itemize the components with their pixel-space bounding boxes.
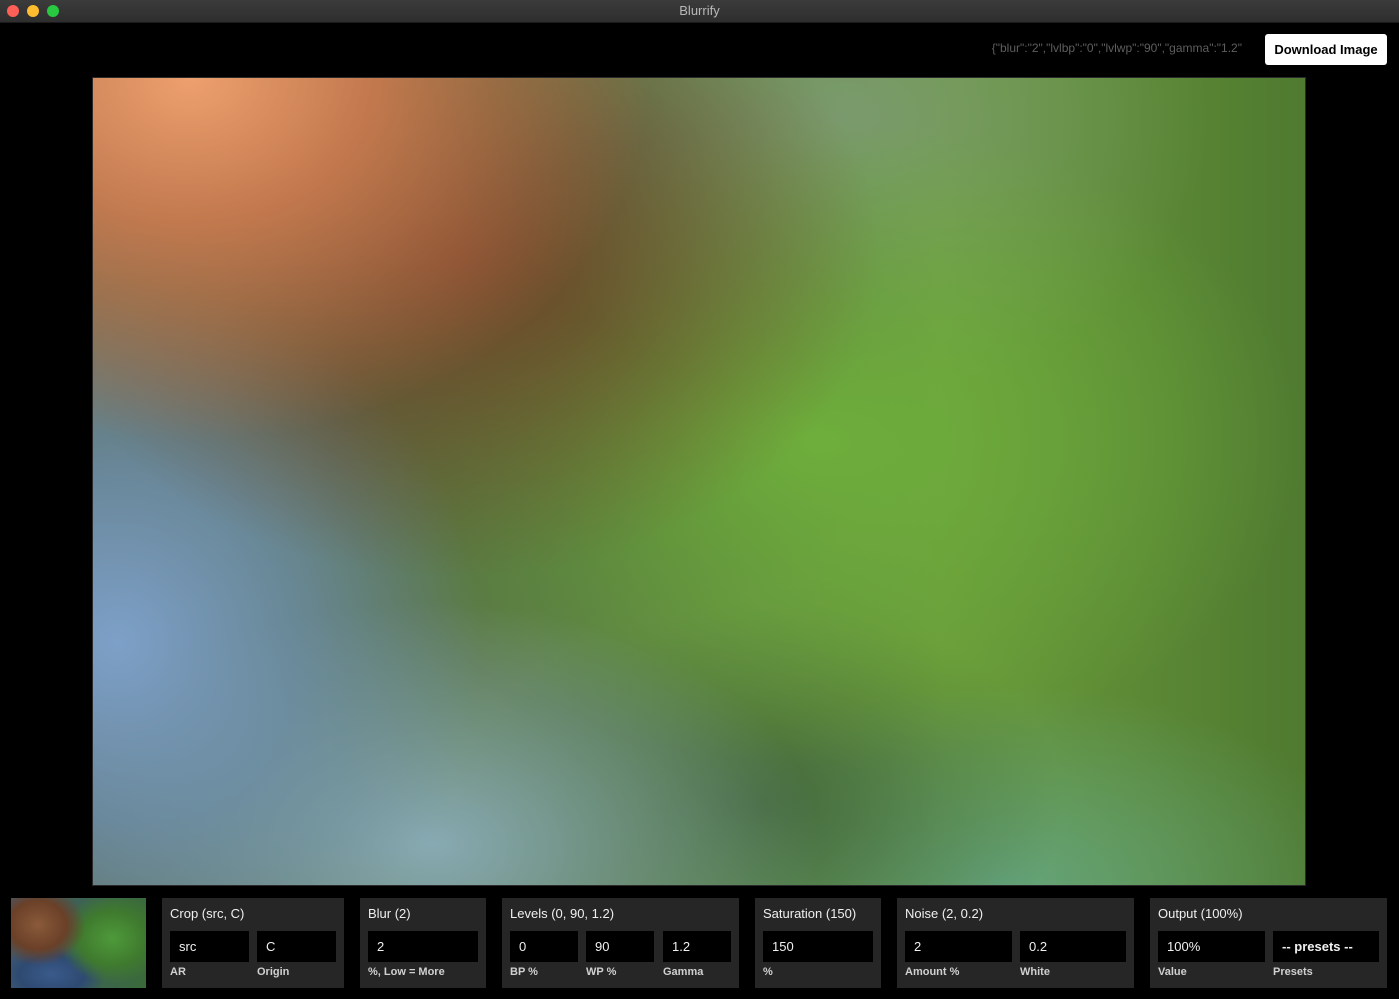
settings-json-readout: {"blur":"2","lvlbp":"0","lvlwp":"90","ga… [940, 41, 1242, 55]
output-presets-label: Presets [1273, 966, 1313, 978]
crop-panel-title: Crop (src, C) [170, 906, 245, 921]
blurred-image-preview [92, 77, 1306, 886]
output-value-input[interactable] [1158, 931, 1265, 962]
window-title: Blurrify [679, 3, 720, 18]
output-panel: Output (100%) Value -- presets -- Preset… [1150, 898, 1387, 988]
saturation-label: % [763, 966, 773, 978]
crop-ar-label: AR [170, 966, 186, 978]
noise-amount-input[interactable] [905, 931, 1012, 962]
noise-amount-label: Amount % [905, 966, 960, 978]
blur-label: %, Low = More [368, 966, 445, 978]
noise-white-input[interactable] [1020, 931, 1126, 962]
title-bar[interactable]: Blurrify [0, 0, 1399, 23]
levels-gamma-label: Gamma [663, 966, 704, 978]
saturation-panel: Saturation (150) % [755, 898, 881, 988]
app-window: Blurrify {"blur":"2","lvlbp":"0","lvlwp"… [0, 0, 1399, 999]
levels-bp-input[interactable] [510, 931, 578, 962]
output-panel-title: Output (100%) [1158, 906, 1243, 921]
noise-white-label: White [1020, 966, 1050, 978]
blur-input[interactable] [368, 931, 478, 962]
output-presets-select[interactable]: -- presets -- [1273, 931, 1379, 962]
crop-ar-input[interactable] [170, 931, 249, 962]
noise-panel: Noise (2, 0.2) Amount % White [897, 898, 1134, 988]
levels-wp-label: WP % [586, 966, 617, 978]
saturation-input[interactable] [763, 931, 873, 962]
source-image-thumbnail[interactable] [11, 898, 146, 988]
blur-panel: Blur (2) %, Low = More [360, 898, 486, 988]
crop-origin-input[interactable] [257, 931, 336, 962]
download-image-button[interactable]: Download Image [1265, 34, 1387, 65]
levels-bp-label: BP % [510, 966, 538, 978]
levels-wp-input[interactable] [586, 931, 654, 962]
settings-json-text: {"blur":"2","lvlbp":"0","lvlwp":"90","ga… [991, 41, 1242, 55]
noise-panel-title: Noise (2, 0.2) [905, 906, 984, 921]
levels-panel-title: Levels (0, 90, 1.2) [510, 906, 615, 921]
saturation-panel-title: Saturation (150) [763, 906, 857, 921]
levels-gamma-input[interactable] [663, 931, 731, 962]
crop-panel: Crop (src, C) AR Origin [162, 898, 344, 988]
blur-panel-title: Blur (2) [368, 906, 411, 921]
output-value-label: Value [1158, 966, 1187, 978]
crop-origin-label: Origin [257, 966, 290, 978]
levels-panel: Levels (0, 90, 1.2) BP % WP % Gamma [502, 898, 739, 988]
